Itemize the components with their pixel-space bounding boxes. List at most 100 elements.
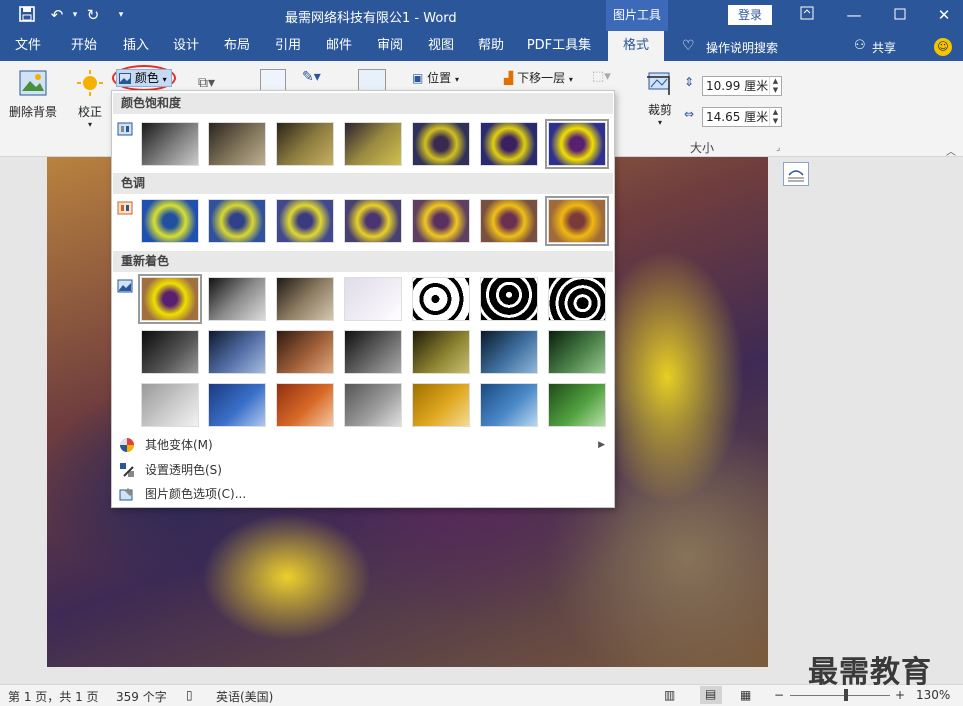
tab-references[interactable]: 引用: [266, 31, 310, 61]
position-button[interactable]: ▣ 位置 ▾: [412, 69, 459, 86]
customize-qat-icon[interactable]: ▾: [112, 6, 130, 24]
color-label: 颜色: [134, 71, 159, 85]
color-gallery: 颜色饱和度 色调 重新着色 其他变体(M) ▶ 设置透明色(S) 图片颜色选项(…: [111, 90, 615, 508]
maximize-icon[interactable]: [891, 6, 909, 24]
recolor-swatch[interactable]: [276, 330, 334, 374]
zoom-slider-track[interactable]: [790, 695, 890, 696]
tell-me-search[interactable]: 操作说明搜索: [706, 39, 778, 56]
send-backward-icon: ▟: [504, 71, 514, 85]
menu-more-variations[interactable]: 其他变体(M) ▶: [113, 433, 613, 457]
tone-swatch[interactable]: [412, 199, 470, 243]
redo-icon[interactable]: ↻: [84, 6, 102, 24]
size-dialog-launcher-icon[interactable]: ⌟: [776, 143, 780, 153]
tab-insert[interactable]: 插入: [114, 31, 158, 61]
language[interactable]: 英语(美国): [216, 688, 273, 705]
send-backward-dropdown-icon: ▾: [568, 75, 573, 84]
print-layout-icon[interactable]: ▤: [700, 686, 722, 704]
close-icon[interactable]: ✕: [935, 6, 953, 24]
recolor-swatch[interactable]: [412, 383, 470, 427]
tone-swatch[interactable]: [141, 199, 199, 243]
proofing-icon[interactable]: ▯: [186, 688, 193, 702]
recolor-swatch[interactable]: [480, 383, 538, 427]
saturation-swatch[interactable]: [344, 122, 402, 166]
width-spinner[interactable]: ▲ ▼: [769, 108, 781, 126]
share-button[interactable]: 共享: [872, 39, 896, 56]
tab-home[interactable]: 开始: [62, 31, 106, 61]
tone-swatch[interactable]: [276, 199, 334, 243]
login-button[interactable]: 登录: [728, 5, 772, 25]
recolor-swatch[interactable]: [480, 277, 538, 321]
recolor-swatch[interactable]: [480, 330, 538, 374]
recolor-swatch[interactable]: [138, 274, 202, 324]
crop-dropdown-icon: ▾: [657, 118, 662, 127]
zoom-out-icon[interactable]: −: [774, 688, 784, 702]
corrections-button[interactable]: 校正 ▾: [70, 69, 110, 129]
recolor-swatch[interactable]: [548, 383, 606, 427]
recolor-swatch[interactable]: [208, 383, 266, 427]
saturation-swatch[interactable]: [412, 122, 470, 166]
web-layout-icon[interactable]: ▦: [740, 688, 751, 702]
lightbulb-icon: ♡: [682, 38, 695, 54]
height-value: 10.99 厘米: [706, 79, 769, 93]
remove-background-button[interactable]: 删除背景: [6, 69, 60, 120]
remove-background-label: 删除背景: [8, 105, 57, 119]
width-input[interactable]: 14.65 厘米 ▲ ▼: [702, 107, 782, 127]
page-count[interactable]: 第 1 页，共 1 页: [8, 688, 99, 705]
tone-swatch[interactable]: [208, 199, 266, 243]
read-mode-icon[interactable]: ▥: [664, 688, 675, 702]
width-icon: ⇔: [684, 107, 695, 121]
recolor-swatch[interactable]: [141, 383, 199, 427]
align-icon[interactable]: ⬚▾: [592, 69, 611, 84]
layout-options-icon[interactable]: [783, 162, 809, 186]
menu-color-options[interactable]: 图片颜色选项(C)...: [113, 482, 613, 506]
tone-swatch[interactable]: [480, 199, 538, 243]
recolor-swatch[interactable]: [208, 277, 266, 321]
recolor-swatch[interactable]: [344, 330, 402, 374]
send-backward-button[interactable]: ▟ 下移一层 ▾: [504, 69, 573, 86]
tab-review[interactable]: 审阅: [368, 31, 412, 61]
saturation-swatch[interactable]: [545, 119, 609, 169]
word-count[interactable]: 359 个字: [116, 688, 167, 705]
undo-icon[interactable]: ↶: [48, 6, 66, 24]
recolor-swatch[interactable]: [276, 277, 334, 321]
recolor-swatch[interactable]: [141, 330, 199, 374]
height-spinner[interactable]: ▲ ▼: [769, 77, 781, 95]
minimize-icon[interactable]: —: [845, 6, 863, 24]
recolor-swatch[interactable]: [548, 277, 606, 321]
recolor-swatch[interactable]: [548, 330, 606, 374]
tab-layout[interactable]: 布局: [215, 31, 259, 61]
picture-color-icon: [119, 73, 131, 84]
ribbon-tabs: 文件 开始 插入 设计 布局 引用 邮件 审阅 视图 帮助 PDF工具集 格式 …: [0, 31, 963, 61]
recolor-swatch[interactable]: [344, 277, 402, 321]
menu-set-transparent[interactable]: 设置透明色(S): [113, 458, 613, 482]
smiley-icon[interactable]: ☺: [934, 38, 952, 56]
saturation-swatch[interactable]: [208, 122, 266, 166]
recolor-swatch[interactable]: [412, 277, 470, 321]
collapse-ribbon-icon[interactable]: ︿: [946, 143, 956, 158]
picture-style-icon[interactable]: [260, 69, 286, 91]
tone-swatch[interactable]: [545, 196, 609, 246]
height-input[interactable]: 10.99 厘米 ▲ ▼: [702, 76, 782, 96]
color-button[interactable]: 颜色 ▾: [116, 69, 172, 87]
tab-file[interactable]: 文件: [8, 31, 48, 61]
undo-dropdown-icon[interactable]: ▾: [66, 6, 84, 24]
tab-help[interactable]: 帮助: [469, 31, 513, 61]
picture-border-icon[interactable]: ✎▾: [302, 69, 321, 85]
ribbon-display-icon[interactable]: [798, 6, 816, 24]
save-icon[interactable]: [18, 6, 36, 24]
tone-swatch[interactable]: [344, 199, 402, 243]
crop-button[interactable]: 裁剪 ▾: [640, 69, 680, 127]
saturation-swatch[interactable]: [141, 122, 199, 166]
saturation-swatch[interactable]: [276, 122, 334, 166]
recolor-swatch[interactable]: [276, 383, 334, 427]
compress-icon[interactable]: ⧉▾: [198, 75, 215, 91]
recolor-swatch[interactable]: [412, 330, 470, 374]
recolor-swatch[interactable]: [208, 330, 266, 374]
tab-mailings[interactable]: 邮件: [317, 31, 361, 61]
recolor-swatch[interactable]: [344, 383, 402, 427]
tab-format[interactable]: 格式: [608, 31, 664, 61]
saturation-swatch[interactable]: [480, 122, 538, 166]
tab-view[interactable]: 视图: [419, 31, 463, 61]
tab-pdf-tools[interactable]: PDF工具集: [523, 31, 595, 61]
tab-design[interactable]: 设计: [164, 31, 208, 61]
